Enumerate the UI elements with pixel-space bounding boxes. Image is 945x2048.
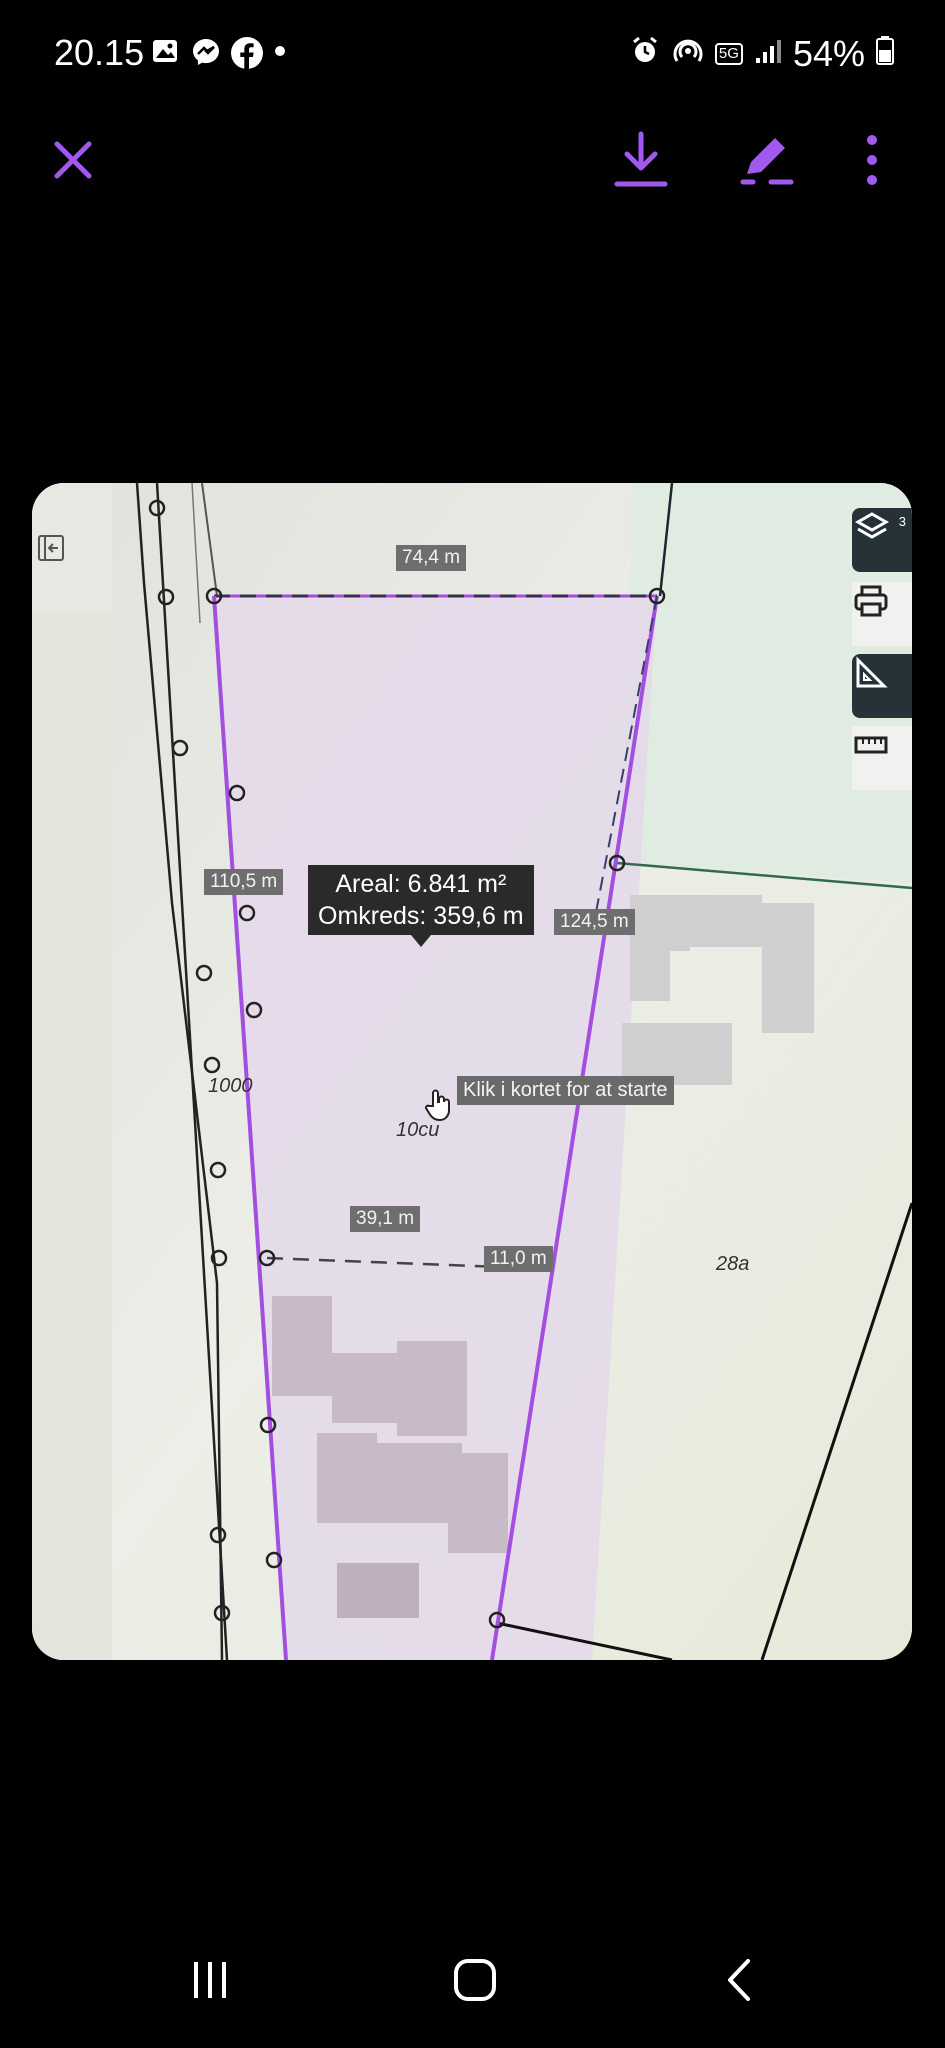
- dimension-label: 11,0 m: [484, 1246, 553, 1272]
- parcel-number: 10cu: [396, 1119, 440, 1141]
- area-label: Areal: 6.841 m²: [335, 870, 507, 898]
- collapse-panel-button[interactable]: [36, 533, 76, 573]
- measure-distance-button[interactable]: [852, 726, 912, 790]
- ruler-triangle-icon: [856, 656, 888, 688]
- status-right: 5G 54%: [629, 32, 895, 75]
- recents-icon: [194, 1962, 226, 1998]
- layers-icon: [854, 512, 890, 539]
- perimeter-label: Omkreds: 359,6 m: [318, 902, 524, 930]
- messenger-icon: [190, 36, 222, 68]
- facebook-icon: [230, 36, 263, 69]
- map-drawing: [32, 483, 912, 1660]
- status-time: 20.15: [54, 32, 145, 73]
- back-icon: [728, 1959, 750, 2001]
- back-button[interactable]: [700, 1950, 780, 2010]
- dimension-label: 74,4 m: [396, 545, 467, 571]
- print-icon: [854, 585, 888, 617]
- gallery-icon: [150, 36, 182, 68]
- dimension-label: 124,5 m: [554, 909, 635, 935]
- home-button[interactable]: [435, 1950, 515, 2010]
- layers-button[interactable]: 3: [852, 508, 912, 572]
- battery-icon: [875, 33, 895, 75]
- hotspot-icon: [671, 32, 705, 75]
- parcel-number: 28a: [716, 1253, 750, 1275]
- download-button[interactable]: [601, 120, 681, 200]
- system-nav-bar: [0, 1930, 945, 2030]
- dot-icon: [270, 36, 302, 68]
- map-photo[interactable]: 74,4 m 110,5 m 124,5 m 39,1 m 11,0 m Are…: [32, 483, 912, 1660]
- edit-icon: [740, 138, 794, 185]
- dimension-label: 110,5 m: [204, 869, 284, 895]
- download-icon: [614, 131, 668, 187]
- map-hint: Klik i kortet for at starte: [457, 1076, 674, 1105]
- measure-area-button[interactable]: [852, 654, 912, 718]
- signal-icon: [753, 33, 783, 75]
- home-icon: [454, 1959, 496, 2001]
- panel-collapse-icon: [38, 535, 64, 561]
- more-options-button[interactable]: [832, 120, 912, 200]
- more-vert-icon: [867, 135, 877, 185]
- measurement-info-box: Areal: 6.841 m² Omkreds: 359,6 m: [308, 865, 534, 947]
- close-icon: [54, 141, 92, 179]
- close-button[interactable]: [33, 120, 113, 200]
- dimension-label: 39,1 m: [350, 1206, 421, 1232]
- alarm-icon: [629, 33, 661, 75]
- network-type: 5G: [714, 42, 743, 65]
- edit-button[interactable]: [727, 120, 807, 200]
- print-button[interactable]: [852, 582, 912, 646]
- recents-button[interactable]: [170, 1950, 250, 2010]
- notification-icons: [150, 36, 302, 69]
- status-bar: 20.15 5G 54%: [0, 0, 945, 110]
- parcel-number: 1000: [208, 1075, 253, 1097]
- viewer-toolbar: [0, 120, 945, 210]
- battery-percent: 54%: [792, 32, 865, 74]
- layers-count-badge: 3: [898, 514, 906, 529]
- ruler-icon: [854, 736, 888, 754]
